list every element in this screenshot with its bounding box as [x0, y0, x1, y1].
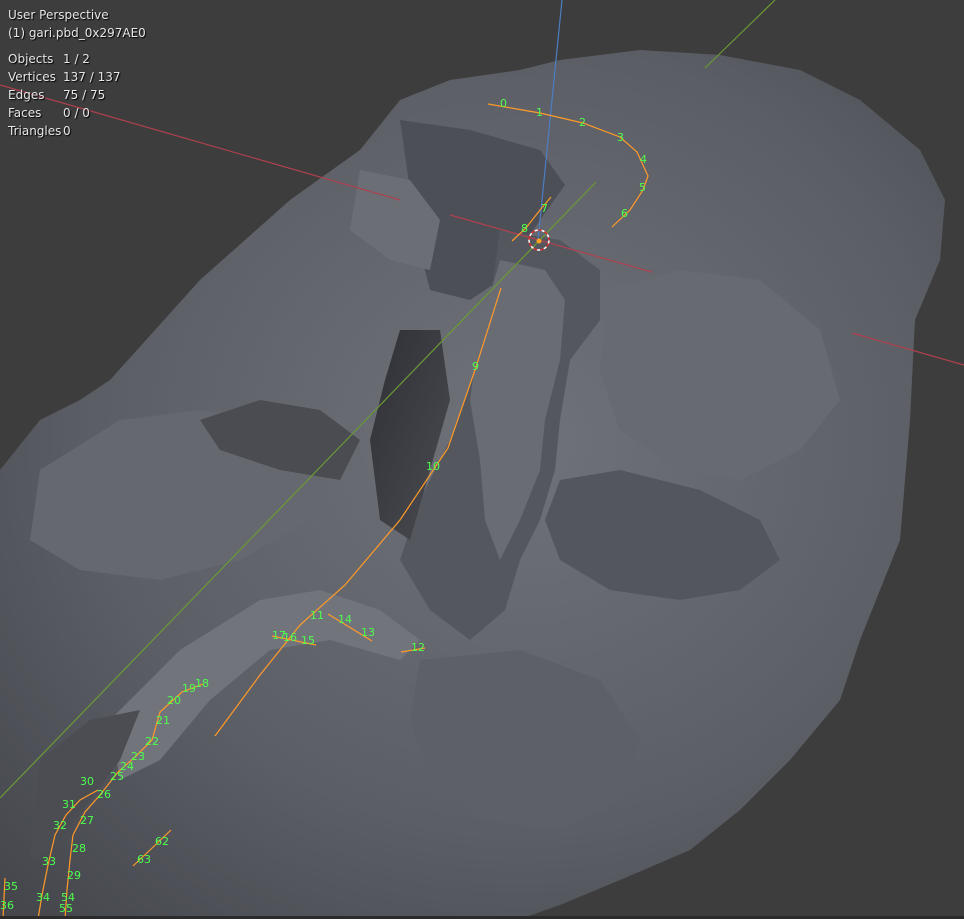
vertex-index: 2 — [579, 116, 586, 129]
viewport-info-overlay: User Perspective (1) gari.pbd_0x297AE0 O… — [8, 6, 146, 140]
stat-value: 137 / 137 — [63, 70, 121, 84]
vertex-index: 15 — [301, 634, 315, 647]
scene-statistics: Objects 1 / 2 Vertices 137 / 137 Edges 7… — [8, 50, 146, 140]
vertex-index: 4 — [640, 153, 647, 166]
vertex-index: 21 — [156, 714, 170, 727]
vertex-index: 18 — [195, 677, 209, 690]
vertex-index: 19 — [182, 682, 196, 695]
vertex-index: 10 — [426, 460, 440, 473]
vertex-index: 13 — [361, 626, 375, 639]
vertex-index: 8 — [521, 222, 528, 235]
stat-value: 0 / 0 — [63, 106, 90, 120]
vertex-index: 32 — [53, 819, 67, 832]
vertex-index: 22 — [145, 735, 159, 748]
vertex-index: 0 — [500, 97, 507, 110]
stat-row-vertices: Vertices 137 / 137 — [8, 68, 146, 86]
stat-row-objects: Objects 1 / 2 — [8, 50, 146, 68]
stat-label: Vertices — [8, 70, 56, 84]
vertex-index: 12 — [411, 641, 425, 654]
vertex-index: 20 — [167, 694, 181, 707]
vertex-index: 1 — [536, 106, 543, 119]
stat-row-edges: Edges 75 / 75 — [8, 86, 146, 104]
vertex-index: 28 — [72, 842, 86, 855]
stat-label: Objects — [8, 52, 54, 66]
vertex-index: 34 — [36, 891, 50, 904]
vertex-index: 31 — [62, 798, 76, 811]
active-object-info: (1) gari.pbd_0x297AE0 — [8, 26, 146, 40]
vertex-index: 63 — [137, 853, 151, 866]
stat-label: Triangles — [8, 124, 62, 138]
vertex-index: 55 — [59, 902, 73, 915]
vertex-index: 26 — [97, 788, 111, 801]
vertex-index: 9 — [472, 360, 479, 373]
vertex-index: 33 — [42, 855, 56, 868]
vertex-index: 25 — [110, 770, 124, 783]
stat-value: 75 / 75 — [63, 88, 106, 102]
vertex-index: 5 — [639, 181, 646, 194]
vertex-index: 17 — [272, 629, 286, 642]
vertex-index: 11 — [310, 609, 324, 622]
vertex-index: 30 — [80, 775, 94, 788]
stat-label: Faces — [8, 106, 42, 120]
stat-value: 0 — [63, 124, 71, 138]
stat-value: 1 / 2 — [63, 52, 90, 66]
vertex-index: 29 — [67, 869, 81, 882]
view-name: User Perspective — [8, 8, 109, 22]
vertex-index: 7 — [541, 202, 548, 215]
y-axis-line-2 — [704, 0, 776, 69]
stat-row-faces: Faces 0 / 0 — [8, 104, 146, 122]
stat-label: Edges — [8, 88, 45, 102]
3d-viewport[interactable]: 0 1 2 3 4 5 6 7 8 9 10 11 12 13 14 15 16… — [0, 0, 964, 919]
vertex-index: 6 — [621, 207, 628, 220]
vertex-index: 36 — [0, 899, 14, 912]
vertex-index: 14 — [338, 613, 352, 626]
vertex-index: 62 — [155, 835, 169, 848]
stat-row-triangles: Triangles 0 — [8, 122, 146, 140]
vertex-index: 3 — [617, 131, 624, 144]
vertex-index: 35 — [4, 880, 18, 893]
vertex-index: 27 — [80, 814, 94, 827]
object-origin — [536, 238, 542, 244]
